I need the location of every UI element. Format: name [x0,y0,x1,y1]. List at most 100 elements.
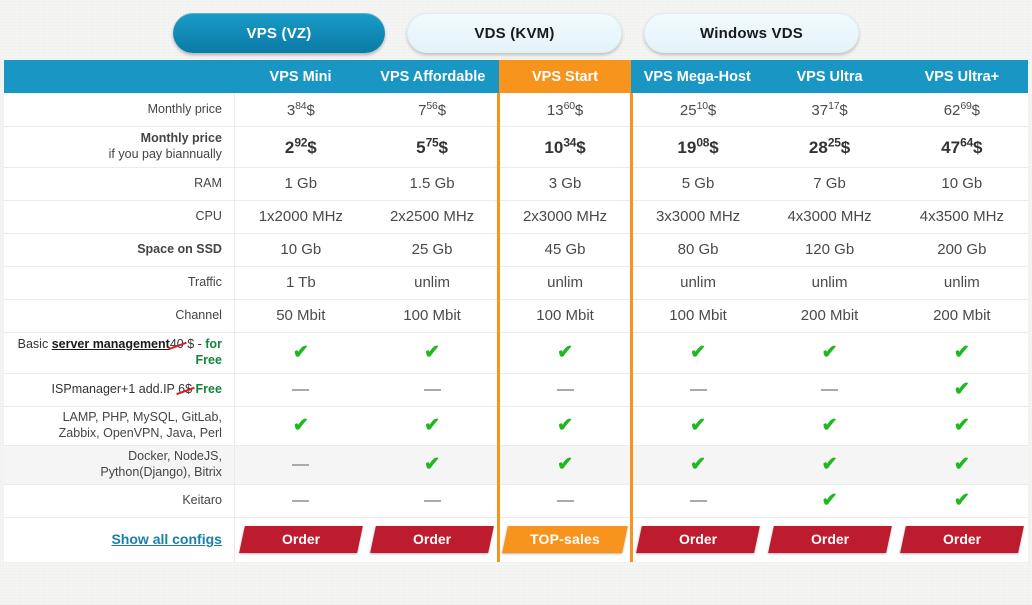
column-header-vps-ultra-plus[interactable]: VPS Ultra+ [895,60,1028,93]
price-value: 575$ [416,135,448,157]
cell-biannual-price-vps-mega-host: 1908$ [631,126,764,168]
dash-icon [423,500,441,503]
cell-management-vps-start: ✔ [497,332,633,374]
check-icon: ✔ [690,342,707,363]
column-header-vps-mega-host[interactable]: VPS Mega-Host [631,60,764,93]
cell-keitaro-vps-start [497,484,633,518]
cell-cpu-vps-ultra-plus: 4x3500 MHz [895,200,1028,234]
price-value: 756$ [418,99,447,119]
cell-lamp-vps-ultra-plus: ✔ [895,406,1028,446]
check-icon: ✔ [953,342,970,363]
cell-biannual-price-vps-start: 1034$ [497,126,633,168]
dash-icon [556,389,574,392]
column-header-vps-ultra[interactable]: VPS Ultra [763,60,896,93]
column-header-vps-affordable[interactable]: VPS Affordable [366,60,499,93]
price-value: 1360$ [546,99,584,119]
dash-icon [292,464,310,467]
table-header: VPS Mini VPS Affordable VPS Start VPS Me… [4,60,1028,93]
cell-monthly-price-vps-ultra: 3717$ [763,93,896,127]
check-icon: ✔ [557,454,574,475]
cell-ispmanager-vps-affordable [366,373,499,407]
order-button-label: Order [679,531,718,548]
cell-management-vps-ultra: ✔ [763,332,896,374]
cell-channel-vps-ultra-plus: 200 Mbit [895,299,1028,333]
order-button-vps-ultra[interactable]: Order [767,526,892,554]
tab-windows-vds-label: Windows VDS [700,24,803,42]
order-button-label: Order [413,531,452,548]
row-label-monthly-price: Monthly price [4,93,235,127]
cell-keitaro-vps-ultra-plus: ✔ [895,484,1028,518]
table-row-lamp: LAMP, PHP, MySQL, GitLab, Zabbix, OpenVP… [4,406,1028,446]
table-row-channel: Channel 50 Mbit 100 Mbit 100 Mbit 100 Mb… [4,299,1028,333]
table-body: Monthly price 384$ 756$ 1360$ 2510$ 3717… [4,93,1028,562]
check-icon: ✔ [953,454,970,475]
check-icon: ✔ [292,342,309,363]
cell-docker-vps-affordable: ✔ [366,445,499,485]
cell-lamp-vps-affordable: ✔ [366,406,499,446]
cell-order-vps-affordable: Order [366,517,499,562]
row-label-biannual-line2: if you pay biannually [108,146,222,161]
cell-ispmanager-vps-mini [234,373,367,407]
row-label-channel: Channel [4,299,235,333]
management-mid: $ - [183,337,206,351]
check-icon: ✔ [690,415,707,436]
cell-keitaro-vps-ultra: ✔ [763,484,896,518]
row-label-ram: RAM [4,167,235,201]
tab-vds-kvm-label: VDS (KVM) [474,24,555,42]
tab-windows-vds[interactable]: Windows VDS [644,13,859,53]
price-value: 2825$ [808,135,851,157]
cell-ram-vps-ultra: 7 Gb [763,167,896,201]
cell-biannual-price-vps-mini: 292$ [234,126,367,168]
price-value: 3717$ [811,99,848,119]
price-value: 4764$ [941,135,983,157]
column-header-vps-start[interactable]: VPS Start [498,60,632,93]
cell-traffic-vps-mega-host: unlim [631,266,764,300]
row-label-biannual-line1: Monthly price [140,131,222,146]
table-row-keitaro: Keitaro ✔ ✔ [4,484,1028,518]
tab-vps-vz[interactable]: VPS (VZ) [173,13,385,53]
cell-docker-vps-mini [234,445,367,485]
price-value: 384$ [286,99,315,119]
dash-icon [689,500,707,503]
dash-icon [689,389,707,392]
order-button-vps-start[interactable]: TOP-sales [502,526,628,554]
cell-cpu-vps-ultra: 4x3000 MHz [763,200,896,234]
column-header-vps-mini[interactable]: VPS Mini [234,60,367,93]
tab-vps-vz-label: VPS (VZ) [246,24,312,42]
table-row-space-on-ssd: Space on SSD 10 Gb 25 Gb 45 Gb 80 Gb 120… [4,233,1028,267]
price-value: 2510$ [679,99,717,119]
dash-icon [292,389,310,392]
check-icon: ✔ [424,415,441,436]
ispmanager-prefix: ISPmanager+1 add.IP [51,381,179,396]
management-prefix: Basic [17,337,52,351]
show-all-configs-cell: Show all configs [4,517,235,562]
check-icon: ✔ [953,415,970,436]
cell-order-vps-mega-host: Order [631,517,764,562]
cell-ispmanager-vps-ultra [763,373,896,407]
cell-ssd-vps-ultra-plus: 200 Gb [895,233,1028,267]
cell-monthly-price-vps-start: 1360$ [497,93,633,127]
order-button-vps-mega-host[interactable]: Order [636,526,760,554]
row-label-lamp: LAMP, PHP, MySQL, GitLab, Zabbix, OpenVP… [4,406,235,446]
cell-channel-vps-mega-host: 100 Mbit [631,299,764,333]
check-icon: ✔ [821,454,838,475]
header-row: VPS Mini VPS Affordable VPS Start VPS Me… [4,60,1028,93]
row-label-cpu: CPU [4,200,235,234]
cell-order-vps-ultra-plus: Order [895,517,1028,562]
order-button-vps-mini[interactable]: Order [238,526,363,554]
cell-ispmanager-vps-start [497,373,633,407]
cell-traffic-vps-mini: 1 Tb [234,266,367,300]
tab-vds-kvm[interactable]: VDS (KVM) [407,13,622,53]
check-icon: ✔ [292,415,309,436]
row-label-management: Basic server management40 $ - for Free [4,332,235,374]
order-button-vps-affordable[interactable]: Order [370,526,494,554]
cell-traffic-vps-affordable: unlim [366,266,499,300]
cell-biannual-price-vps-ultra-plus: 4764$ [895,126,1028,168]
check-icon: ✔ [424,454,441,475]
show-all-configs-link[interactable]: Show all configs [111,531,221,547]
order-button-vps-ultra-plus[interactable]: Order [899,526,1024,554]
cell-keitaro-vps-mega-host [631,484,764,518]
row-label-keitaro: Keitaro [4,484,235,518]
cell-management-vps-mini: ✔ [234,332,367,374]
cell-order-vps-mini: Order [234,517,367,562]
